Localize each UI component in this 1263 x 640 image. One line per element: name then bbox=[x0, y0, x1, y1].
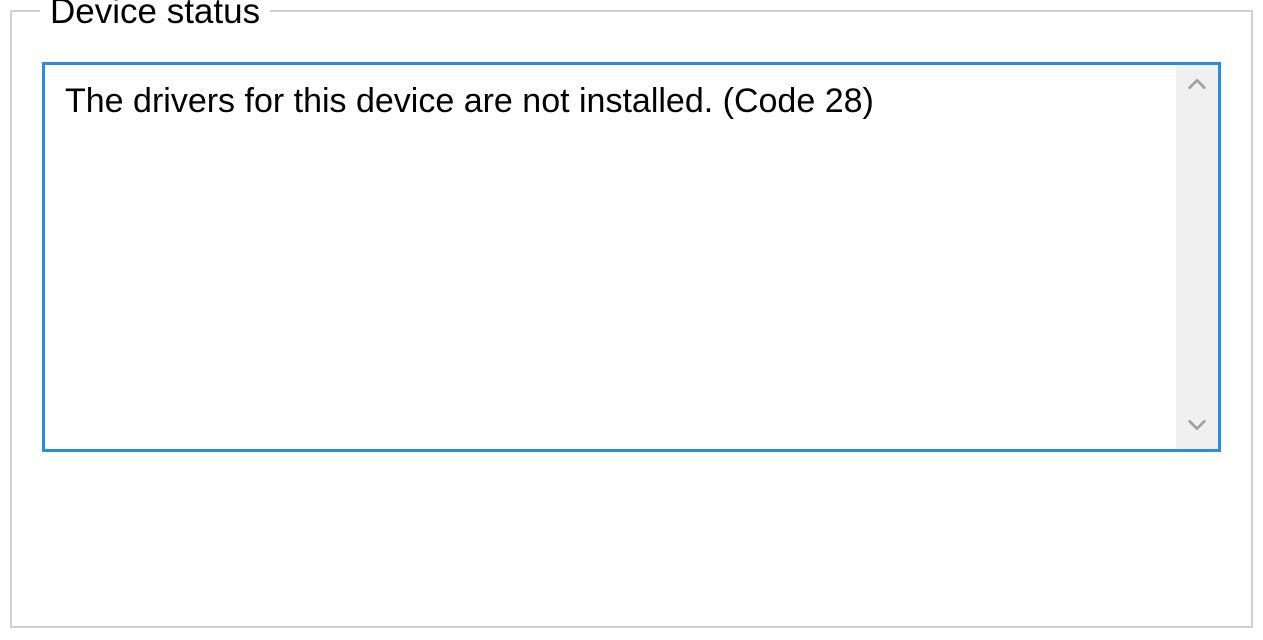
device-status-textbox[interactable]: The drivers for this device are not inst… bbox=[42, 62, 1221, 452]
groupbox-legend: Device status bbox=[40, 0, 270, 36]
chevron-up-icon bbox=[1186, 73, 1208, 100]
scrollbar-vertical[interactable] bbox=[1176, 65, 1218, 449]
device-status-message: The drivers for this device are not inst… bbox=[45, 65, 1176, 449]
chevron-down-icon bbox=[1186, 414, 1208, 441]
device-status-groupbox: Device status The drivers for this devic… bbox=[10, 10, 1253, 628]
scroll-down-button[interactable] bbox=[1176, 406, 1218, 449]
scroll-up-button[interactable] bbox=[1176, 65, 1218, 108]
